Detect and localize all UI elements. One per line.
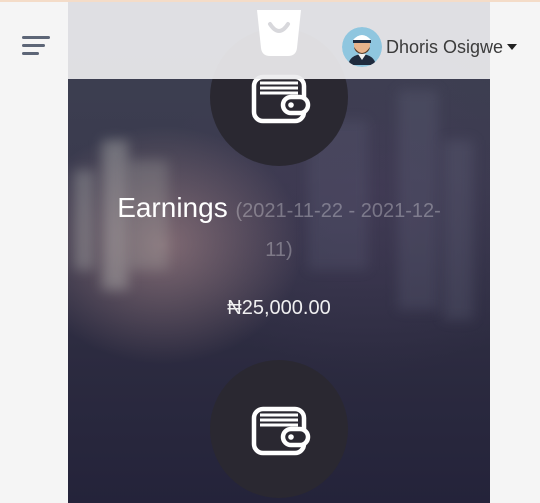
top-accent-line — [0, 0, 540, 2]
user-name[interactable]: Dhoris Osigwe — [386, 37, 503, 58]
hamburger-menu-icon[interactable] — [22, 34, 54, 58]
earnings-label: Earnings — [117, 192, 228, 223]
earnings-date-range: (2021-11-22 - 2021-12-11) — [235, 200, 441, 261]
menu-line — [22, 36, 50, 39]
user-menu[interactable]: Dhoris Osigwe — [342, 27, 518, 67]
background-bar — [74, 170, 94, 270]
left-gutter — [0, 0, 68, 503]
wallet-icon — [251, 406, 311, 456]
page: Earnings (2021-11-22 - 2021-12-11) ₦25,0… — [0, 0, 540, 503]
user-avatar[interactable] — [342, 27, 382, 67]
menu-line — [22, 44, 45, 47]
menu-line — [22, 52, 39, 55]
right-gutter — [490, 0, 540, 503]
caret-down-icon[interactable] — [507, 44, 518, 50]
earnings-amount: ₦25,000.00 — [227, 297, 331, 319]
earnings-heading: Earnings (2021-11-22 - 2021-12-11) — [108, 190, 450, 268]
wallet-icon-circle — [210, 360, 348, 498]
shopping-bag-icon[interactable] — [251, 6, 307, 62]
